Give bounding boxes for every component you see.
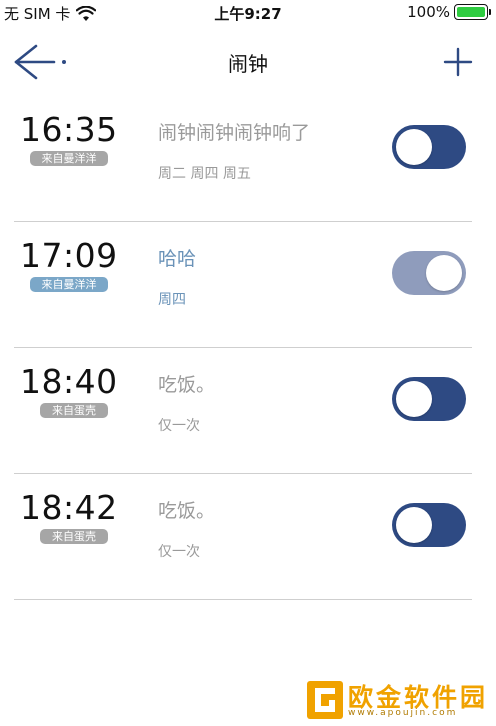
alarm-repeat: 仅一次 [158, 544, 200, 560]
watermark: 欧金软件园 www.apoujin.com [288, 674, 496, 726]
alarm-title: 吃饭。 [158, 374, 216, 396]
alarm-toggle[interactable] [392, 503, 466, 547]
toggle-knob [426, 255, 462, 291]
watermark-logo-icon [307, 681, 343, 719]
alarm-source-tag: 来自蛋壳 [40, 529, 108, 544]
toggle-knob [396, 129, 432, 165]
alarm-repeat: 仅一次 [158, 418, 200, 434]
page-title: 闹钟 [228, 52, 268, 76]
alarm-toggle[interactable] [392, 125, 466, 169]
battery-fill [457, 7, 485, 17]
alarm-time: 16:35 [20, 110, 118, 149]
alarm-repeat: 周四 [158, 292, 186, 308]
alarm-toggle[interactable] [392, 377, 466, 421]
status-right: 100% [407, 3, 491, 21]
battery-icon [454, 4, 491, 20]
alarm-title: 闹钟闹钟闹钟响了 [158, 122, 311, 144]
alarm-source-tag: 来自蛋壳 [40, 403, 108, 418]
toggle-knob [396, 381, 432, 417]
alarm-time: 18:42 [20, 488, 118, 527]
alarm-row[interactable]: 17:09 来自曼洋洋 哈哈 周四 [0, 222, 496, 348]
alarm-time: 17:09 [20, 236, 118, 275]
status-bar: 无 SIM 卡 上午9:27 100% [0, 0, 496, 26]
nav-bar: 闹钟 [0, 26, 496, 96]
alarm-title: 吃饭。 [158, 500, 216, 522]
alarm-row[interactable]: 18:40 来自蛋壳 吃饭。 仅一次 [0, 348, 496, 474]
watermark-url: www.apoujin.com [348, 708, 458, 718]
plus-icon[interactable] [442, 46, 474, 78]
alarm-time: 18:40 [20, 362, 118, 401]
alarm-repeat: 周二 周四 周五 [158, 166, 251, 182]
toggle-knob [396, 507, 432, 543]
battery-percent: 100% [407, 3, 450, 21]
alarm-row[interactable]: 16:35 来自曼洋洋 闹钟闹钟闹钟响了 周二 周四 周五 [0, 96, 496, 222]
alarm-row[interactable]: 18:42 来自蛋壳 吃饭。 仅一次 [0, 474, 496, 600]
alarm-source-tag: 来自曼洋洋 [30, 151, 108, 166]
alarm-toggle[interactable] [392, 251, 466, 295]
alarm-list: 16:35 来自曼洋洋 闹钟闹钟闹钟响了 周二 周四 周五 17:09 来自曼洋… [0, 96, 496, 600]
divider [14, 599, 472, 600]
alarm-source-tag: 来自曼洋洋 [30, 277, 108, 292]
alarm-title: 哈哈 [158, 248, 197, 270]
